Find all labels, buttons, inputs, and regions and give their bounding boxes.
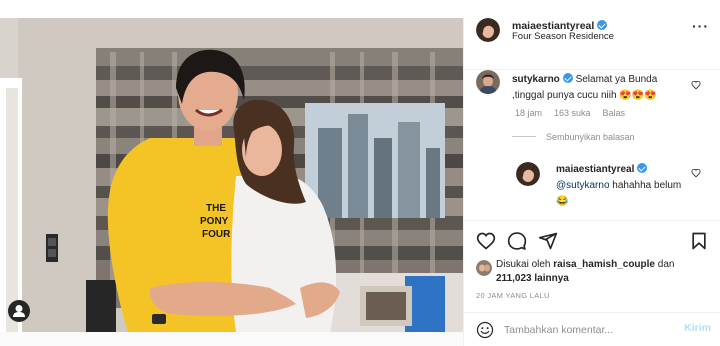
liked-by-username[interactable]: raisa_hamish_couple: [553, 259, 655, 270]
reply-like-heart-icon[interactable]: [691, 168, 701, 178]
comment-like-heart-icon[interactable]: [691, 80, 701, 90]
emoji-icon[interactable]: [476, 321, 494, 339]
comment-body: sutykarno Selamat ya Bunda ,tinggal puny…: [512, 72, 687, 104]
likes-conjunction: dan: [657, 259, 675, 270]
comment-bubble-icon[interactable]: [507, 231, 527, 251]
post-time-ago[interactable]: 20 JAM YANG LALU: [476, 291, 550, 300]
svg-text:FOUR: FOUR: [202, 229, 231, 240]
likes-summary: Disukai oleh raisa_hamish_couple dan 211…: [496, 258, 711, 286]
verified-badge-icon: [562, 73, 573, 83]
verified-badge-icon: [637, 163, 648, 173]
reply-author-avatar[interactable]: [516, 162, 540, 186]
comment-meta: 18 jam 163 suka Balas: [515, 108, 637, 118]
tagged-user-icon[interactable]: [8, 300, 30, 322]
post-side-panel: maiaestiantyreal Four Season Residence ·…: [463, 18, 720, 346]
save-bookmark-icon[interactable]: [689, 231, 709, 251]
svg-text:PONY: PONY: [200, 216, 229, 227]
share-send-icon[interactable]: [538, 231, 558, 251]
comment-time[interactable]: 18 jam: [515, 108, 542, 118]
post-photo[interactable]: THE PONY FOUR: [0, 18, 463, 332]
likes-count[interactable]: 211,023: [496, 273, 532, 284]
post-comment-button[interactable]: Kirim: [684, 322, 711, 334]
post-location[interactable]: Four Season Residence: [512, 31, 614, 42]
likes-prefix: Disukai oleh: [496, 259, 551, 270]
like-heart-icon[interactable]: [476, 231, 496, 251]
liker-avatar[interactable]: [476, 260, 492, 276]
hide-replies-button[interactable]: Sembunyikan balasan: [546, 132, 635, 142]
svg-text:THE: THE: [206, 203, 226, 214]
likes-suffix[interactable]: lainnya: [534, 273, 568, 284]
comments-list[interactable]: sutykarno Selamat ya Bunda ,tinggal puny…: [464, 70, 720, 220]
author-avatar[interactable]: [476, 18, 500, 42]
reply-username[interactable]: maiaestiantyreal: [556, 164, 634, 175]
post-photo-image: THE PONY FOUR: [0, 18, 463, 332]
post-header: maiaestiantyreal Four Season Residence ·…: [464, 18, 720, 70]
reply-mention[interactable]: @sutykarno: [556, 180, 610, 191]
reply-body: maiaestiantyreal @sutykarno hahahha belu…: [556, 162, 686, 210]
comment-like-count[interactable]: 163 suka: [554, 108, 591, 118]
commenter-avatar[interactable]: [476, 70, 500, 94]
hide-replies-divider: [512, 136, 536, 137]
more-options-icon[interactable]: ···: [692, 18, 709, 34]
comment-reply-button[interactable]: Balas: [603, 108, 626, 118]
top-strip: [0, 0, 720, 18]
verified-badge-icon: [597, 20, 608, 30]
add-comment-bar: Kirim: [464, 312, 720, 346]
commenter-username[interactable]: sutykarno: [512, 74, 560, 85]
comment-input[interactable]: [504, 321, 674, 339]
